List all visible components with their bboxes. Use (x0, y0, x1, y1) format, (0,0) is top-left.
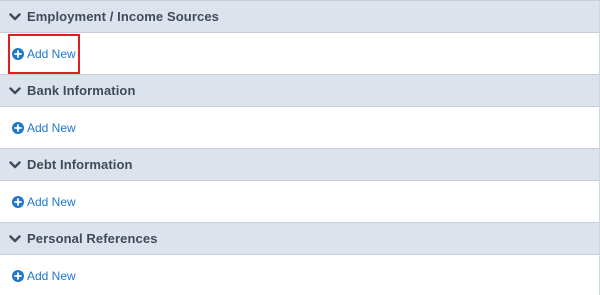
section-body-bank: Add New (0, 107, 599, 148)
section-title: Personal References (27, 231, 158, 246)
section-header-debt[interactable]: Debt Information (0, 148, 599, 181)
section-header-references[interactable]: Personal References (0, 222, 599, 255)
chevron-down-icon (9, 160, 21, 168)
section-body-references: Add New (0, 255, 599, 295)
chevron-down-icon (9, 12, 21, 20)
add-new-label: Add New (27, 120, 76, 135)
section-title: Debt Information (27, 157, 133, 172)
plus-circle-icon (12, 47, 24, 60)
section-title: Employment / Income Sources (27, 9, 219, 24)
add-new-label: Add New (27, 194, 76, 209)
form-sections-panel: Employment / Income Sources Add New Bank… (0, 0, 600, 295)
section-header-employment[interactable]: Employment / Income Sources (0, 0, 599, 33)
add-new-employment-link[interactable]: Add New (12, 47, 76, 61)
add-new-debt-link[interactable]: Add New (12, 195, 76, 209)
add-new-label: Add New (27, 46, 76, 61)
section-title: Bank Information (27, 83, 136, 98)
plus-circle-icon (12, 269, 24, 282)
add-new-bank-link[interactable]: Add New (12, 121, 76, 135)
add-new-references-link[interactable]: Add New (12, 269, 76, 283)
chevron-down-icon (9, 234, 21, 242)
plus-circle-icon (12, 195, 24, 208)
add-new-label: Add New (27, 268, 76, 283)
plus-circle-icon (12, 121, 24, 134)
section-body-debt: Add New (0, 181, 599, 222)
section-body-employment: Add New (0, 33, 599, 74)
section-header-bank[interactable]: Bank Information (0, 74, 599, 107)
chevron-down-icon (9, 86, 21, 94)
